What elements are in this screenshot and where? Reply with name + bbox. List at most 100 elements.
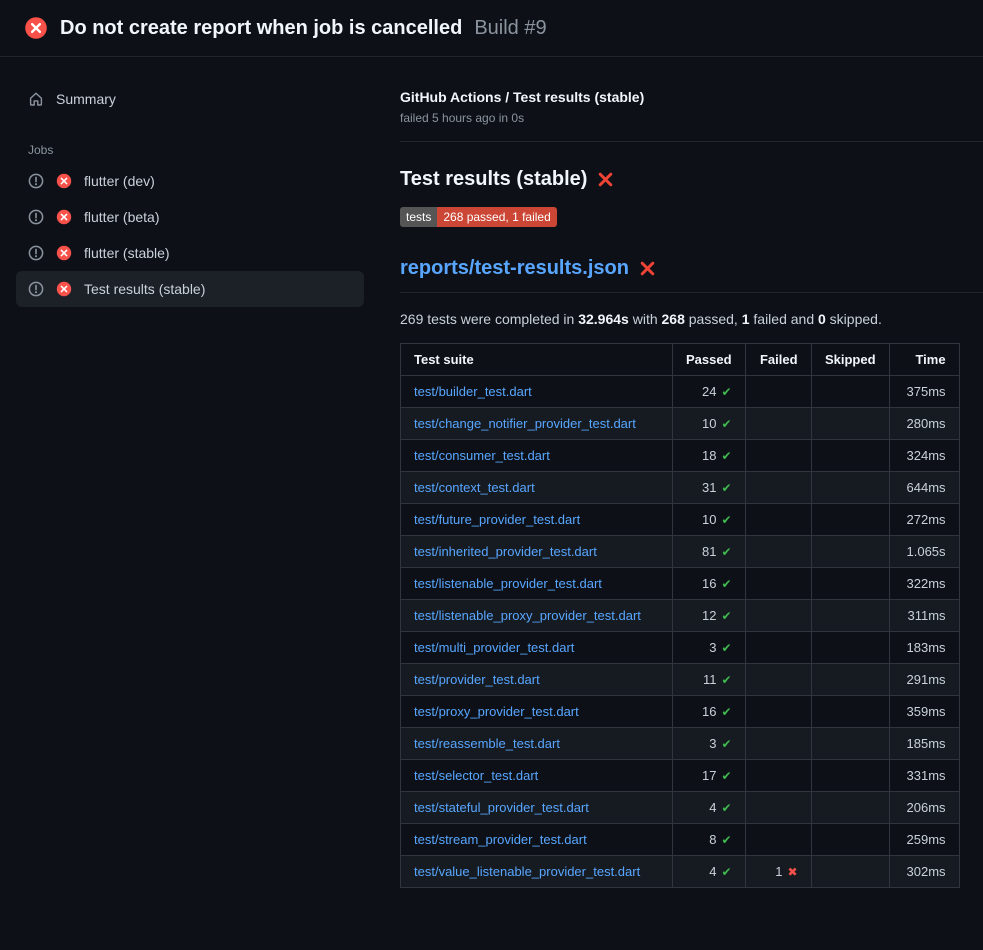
header-failed: Failed (745, 344, 811, 376)
breadcrumb: GitHub Actions / Test results (stable) (400, 89, 983, 105)
warning-icon (28, 281, 44, 297)
badge-value: 268 passed, 1 failed (437, 207, 556, 227)
check-icon: ✔ (721, 737, 731, 751)
sidebar-item-summary[interactable]: Summary (16, 81, 364, 117)
time-value: 206ms (889, 792, 959, 824)
table-row: test/reassemble_test.dart 3✔ ✖ 185ms (401, 728, 960, 760)
warning-icon (28, 209, 44, 225)
time-value: 183ms (889, 632, 959, 664)
table-row: test/context_test.dart 31✔ ✖ 644ms (401, 472, 960, 504)
time-value: 322ms (889, 568, 959, 600)
cross-icon: ✖ (787, 865, 797, 879)
home-icon (28, 91, 44, 107)
passed-count: 4 (709, 864, 716, 879)
suite-link[interactable]: test/listenable_provider_test.dart (414, 576, 602, 591)
suite-link[interactable]: test/builder_test.dart (414, 384, 532, 399)
check-icon: ✔ (721, 673, 731, 687)
check-icon: ✔ (721, 577, 731, 591)
failed-count: 1 (775, 864, 782, 879)
build-number: Build #9 (474, 17, 546, 40)
table-row: test/builder_test.dart 24✔ ✖ 375ms (401, 376, 960, 408)
warning-icon (28, 245, 44, 261)
passed-count: 4 (709, 800, 716, 815)
report-title: reports/test-results.json (400, 257, 983, 293)
suite-link[interactable]: test/provider_test.dart (414, 672, 540, 687)
table-row: test/stateful_provider_test.dart 4✔ ✖ 20… (401, 792, 960, 824)
suite-link[interactable]: test/context_test.dart (414, 480, 535, 495)
sidebar-summary-label: Summary (56, 91, 116, 107)
sidebar-job-item[interactable]: flutter (beta) (16, 199, 364, 235)
sidebar: Summary Jobs flutter (dev) flutter (beta… (0, 57, 376, 307)
suite-link[interactable]: test/inherited_provider_test.dart (414, 544, 597, 559)
suite-link[interactable]: test/reassemble_test.dart (414, 736, 560, 751)
time-value: 311ms (889, 600, 959, 632)
passed-count: 10 (702, 512, 716, 527)
sidebar-job-item[interactable]: flutter (dev) (16, 163, 364, 199)
suite-link[interactable]: test/change_notifier_provider_test.dart (414, 416, 636, 431)
suite-link[interactable]: test/consumer_test.dart (414, 448, 550, 463)
sidebar-job-item[interactable]: flutter (stable) (16, 235, 364, 271)
time-value: 1.065s (889, 536, 959, 568)
check-icon: ✔ (721, 481, 731, 495)
table-row: test/future_provider_test.dart 10✔ ✖ 272… (401, 504, 960, 536)
passed-count: 12 (702, 608, 716, 623)
tests-summary-line: 269 tests were completed in 32.964s with… (400, 311, 983, 327)
header-test-suite: Test suite (401, 344, 673, 376)
check-icon: ✔ (721, 545, 731, 559)
build-title: Do not create report when job is cancell… (60, 17, 462, 40)
suite-link[interactable]: test/listenable_proxy_provider_test.dart (414, 608, 641, 623)
suite-link[interactable]: test/value_listenable_provider_test.dart (414, 864, 640, 879)
time-value: 324ms (889, 440, 959, 472)
check-icon: ✔ (721, 609, 731, 623)
divider (400, 141, 983, 142)
failed-icon (56, 245, 72, 261)
check-icon: ✔ (721, 833, 731, 847)
time-value: 272ms (889, 504, 959, 536)
table-row: test/listenable_proxy_provider_test.dart… (401, 600, 960, 632)
suite-link[interactable]: test/stream_provider_test.dart (414, 832, 587, 847)
section-title-text: Test results (stable) (400, 168, 587, 191)
table-row: test/proxy_provider_test.dart 16✔ ✖ 359m… (401, 696, 960, 728)
check-icon: ✔ (721, 801, 731, 815)
passed-count: 18 (702, 448, 716, 463)
header-skipped: Skipped (811, 344, 889, 376)
badge-label: tests (400, 207, 437, 227)
results-table-body: test/builder_test.dart 24 ✔ ✖ 375ms test/… (401, 376, 960, 888)
failed-icon (56, 173, 72, 189)
table-row: test/inherited_provider_test.dart 81✔ ✖ … (401, 536, 960, 568)
passed-count: 31 (702, 480, 716, 495)
table-row: test/consumer_test.dart 18✔ ✖ 324ms (401, 440, 960, 472)
suite-link[interactable]: test/stateful_provider_test.dart (414, 800, 589, 815)
table-header-row: Test suite Passed Failed Skipped Time (401, 344, 960, 376)
time-value: 375ms (889, 376, 959, 408)
header-time: Time (889, 344, 959, 376)
suite-link[interactable]: test/selector_test.dart (414, 768, 538, 783)
tests-status-badge: tests 268 passed, 1 failed (400, 207, 557, 227)
time-value: 359ms (889, 696, 959, 728)
suite-link[interactable]: test/multi_provider_test.dart (414, 640, 574, 655)
section-title: Test results (stable) (400, 168, 983, 191)
failed-x-icon (639, 260, 656, 277)
time-value: 259ms (889, 824, 959, 856)
table-row: test/multi_provider_test.dart 3✔ ✖ 183ms (401, 632, 960, 664)
jobs-list: flutter (dev) flutter (beta) flutter (st… (16, 163, 364, 307)
sidebar-job-label: flutter (beta) (84, 209, 159, 225)
table-row: test/provider_test.dart 11✔ ✖ 291ms (401, 664, 960, 696)
build-header: Do not create report when job is cancell… (0, 0, 983, 57)
suite-link[interactable]: test/future_provider_test.dart (414, 512, 580, 527)
report-title-link[interactable]: reports/test-results.json (400, 257, 629, 280)
table-row: test/value_listenable_provider_test.dart… (401, 856, 960, 888)
time-value: 185ms (889, 728, 959, 760)
sidebar-job-item[interactable]: Test results (stable) (16, 271, 364, 307)
run-status-text: failed 5 hours ago in 0s (400, 111, 983, 125)
build-failed-icon (24, 16, 48, 40)
passed-count: 11 (703, 672, 717, 687)
passed-count: 24 (702, 384, 716, 399)
sidebar-job-label: flutter (stable) (84, 245, 170, 261)
failed-icon (56, 281, 72, 297)
passed-count: 17 (702, 768, 716, 783)
suite-link[interactable]: test/proxy_provider_test.dart (414, 704, 579, 719)
sidebar-job-label: Test results (stable) (84, 281, 205, 297)
check-icon: ✔ (721, 385, 731, 399)
check-icon: ✔ (721, 865, 731, 879)
